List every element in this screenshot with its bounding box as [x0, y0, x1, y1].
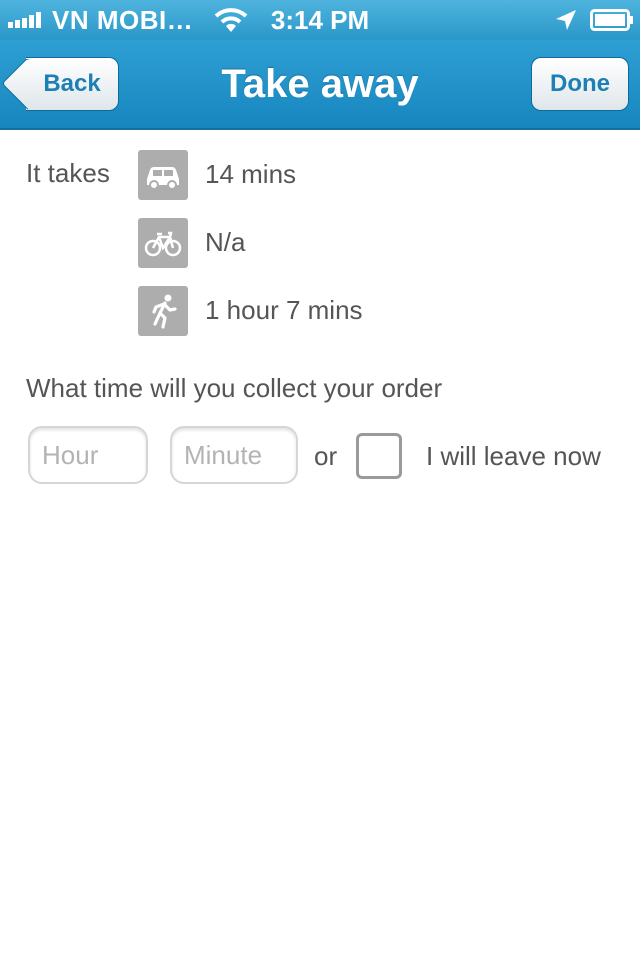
- walk-time: 1 hour 7 mins: [205, 295, 363, 325]
- battery-icon: [590, 9, 633, 31]
- bike-time: N/a: [205, 227, 246, 257]
- minute-input[interactable]: [170, 426, 298, 484]
- car-time: 14 mins: [205, 159, 297, 189]
- location-arrow-icon: [556, 10, 576, 30]
- leave-now-label: I will leave now: [426, 441, 601, 471]
- back-button[interactable]: Back: [1, 57, 119, 111]
- status-time: 3:14 PM: [270, 5, 370, 35]
- bicycle-icon: [138, 218, 188, 268]
- leave-now-checkbox[interactable]: [356, 433, 402, 479]
- car-icon: [138, 150, 188, 200]
- collect-time-question: What time will you collect your order: [26, 373, 443, 403]
- it-takes-label: It takes: [26, 158, 110, 188]
- done-button-label: Done: [550, 70, 610, 97]
- navigation-bar: Take away Back Done: [0, 40, 640, 130]
- walking-icon: [138, 286, 188, 336]
- done-button[interactable]: Done: [531, 57, 629, 111]
- status-bar: VN MOBI… 3:14 PM: [0, 0, 640, 40]
- hour-input[interactable]: [28, 426, 148, 484]
- or-label: or: [314, 441, 338, 471]
- back-button-label: Back: [43, 70, 101, 97]
